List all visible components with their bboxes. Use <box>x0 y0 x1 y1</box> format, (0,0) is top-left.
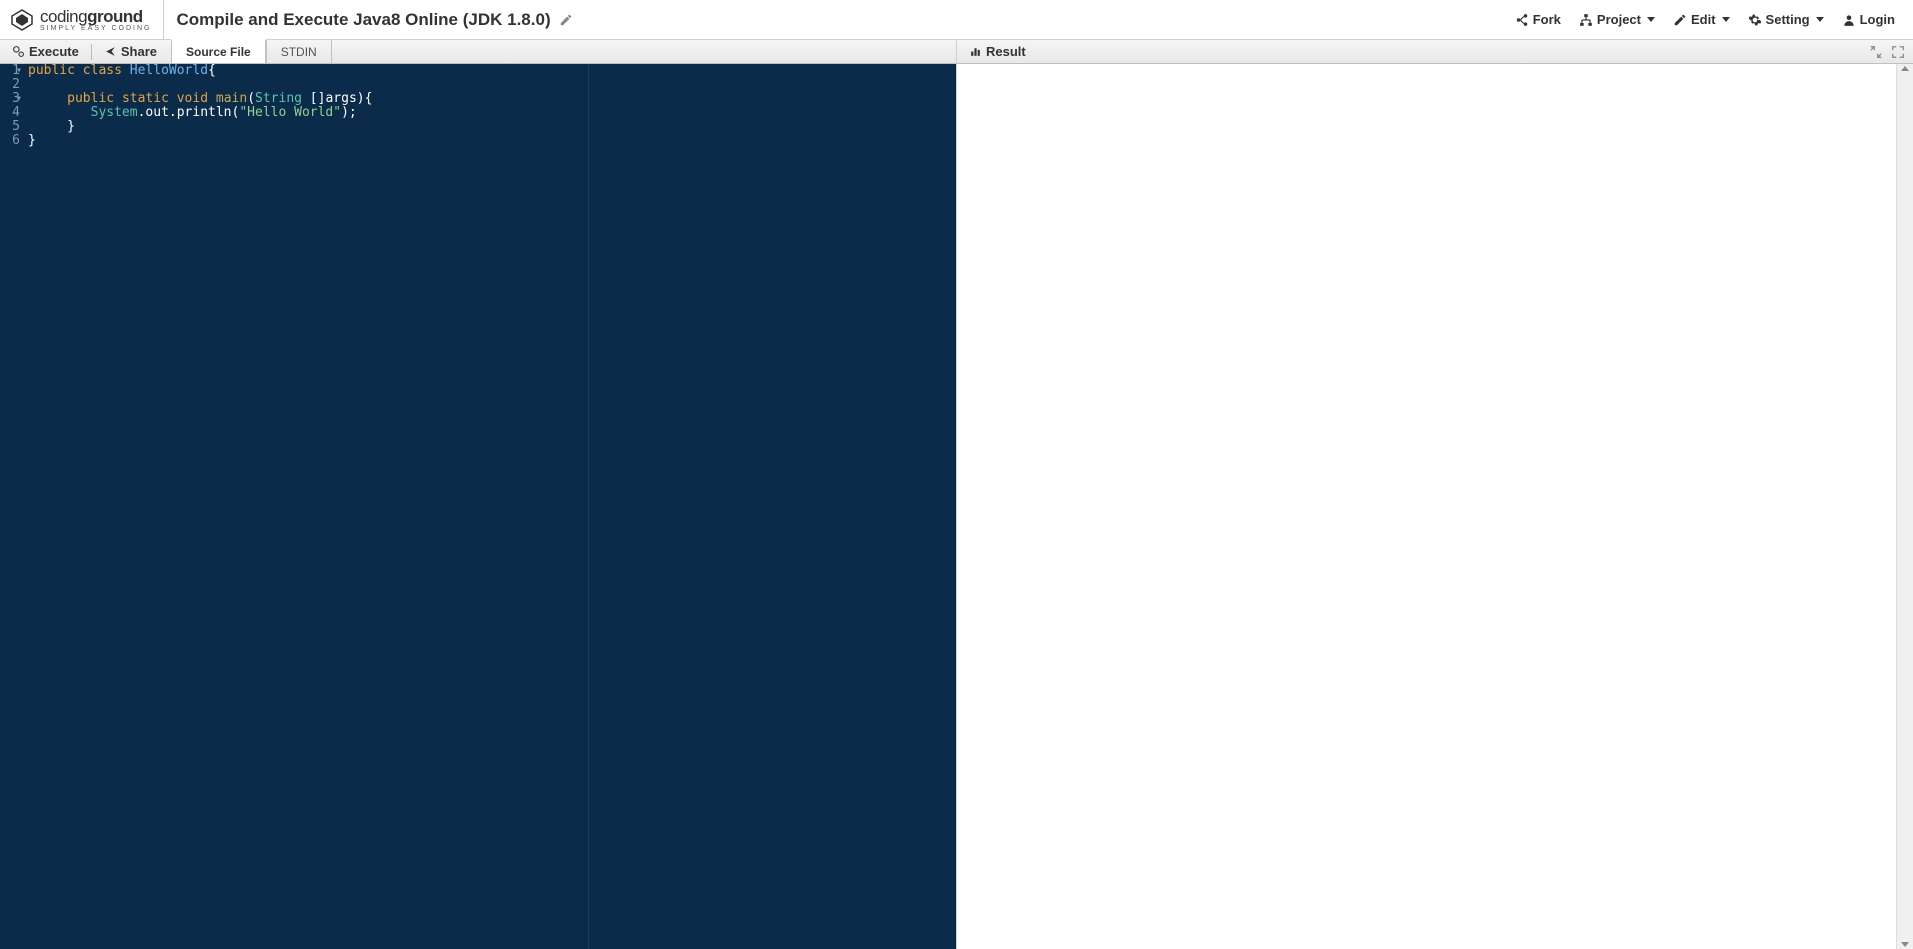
cogs-icon <box>12 45 25 58</box>
ruler <box>588 64 589 949</box>
collapse-icon <box>1869 45 1883 59</box>
line-number: 2 <box>4 78 20 92</box>
collapse-button[interactable] <box>1865 43 1887 61</box>
scroll-up-icon[interactable] <box>1901 66 1909 71</box>
code-line[interactable]: System.out.println("Hello World"); <box>28 106 956 120</box>
chevron-down-icon <box>1722 17 1730 22</box>
editor-toolbar: Execute Share Source File STDIN <box>0 40 956 64</box>
fold-icon[interactable]: ▾ <box>16 92 22 106</box>
logo-icon <box>10 8 34 32</box>
share-label: Share <box>121 44 157 59</box>
execute-button[interactable]: Execute <box>4 42 87 61</box>
editor-panel: Execute Share Source File STDIN 1▾23▾456… <box>0 40 957 949</box>
share-button[interactable]: Share <box>96 42 165 61</box>
execute-label: Execute <box>29 44 79 59</box>
user-icon <box>1842 13 1856 27</box>
login-button[interactable]: Login <box>1834 8 1903 31</box>
header: codingground SIMPLY EASY CODING Compile … <box>0 0 1913 40</box>
code-line[interactable]: public class HelloWorld{ <box>28 64 956 78</box>
tab-stdin[interactable]: STDIN <box>266 40 332 64</box>
edit-label: Edit <box>1691 12 1716 27</box>
line-number: 5 <box>4 120 20 134</box>
code-area[interactable]: public class HelloWorld{ public static v… <box>28 64 956 949</box>
share-icon <box>104 45 117 58</box>
tab-source-file[interactable]: Source File <box>171 39 266 63</box>
separator <box>91 44 92 60</box>
setting-label: Setting <box>1766 12 1810 27</box>
expand-button[interactable] <box>1887 43 1909 61</box>
sitemap-icon <box>1579 13 1593 27</box>
expand-icon <box>1891 45 1905 59</box>
project-button[interactable]: Project <box>1571 8 1663 31</box>
result-toolbar: Result <box>957 40 1913 64</box>
setting-button[interactable]: Setting <box>1740 8 1832 31</box>
gutter: 1▾23▾456 <box>0 64 28 949</box>
edit-title-icon[interactable] <box>559 13 573 27</box>
result-panel: Result <box>957 40 1913 949</box>
edit-icon <box>1673 13 1687 27</box>
project-label: Project <box>1597 12 1641 27</box>
result-label: Result <box>986 44 1026 59</box>
line-number: 1▾ <box>4 64 20 78</box>
logo-brand: codingground <box>40 8 151 25</box>
logo-text: codingground SIMPLY EASY CODING <box>40 8 151 32</box>
chevron-down-icon <box>1647 17 1655 22</box>
logo-tagline: SIMPLY EASY CODING <box>40 25 151 32</box>
edit-button[interactable]: Edit <box>1665 8 1738 31</box>
page-title: Compile and Execute Java8 Online (JDK 1.… <box>176 10 572 30</box>
fold-icon[interactable]: ▾ <box>16 64 22 78</box>
fork-icon <box>1515 13 1529 27</box>
line-number: 4 <box>4 106 20 120</box>
scrollbar[interactable] <box>1896 64 1913 949</box>
scroll-down-icon[interactable] <box>1901 942 1909 947</box>
tab-stdin-label: STDIN <box>281 45 317 59</box>
code-line[interactable]: public static void main(String []args){ <box>28 92 956 106</box>
page-title-text: Compile and Execute Java8 Online (JDK 1.… <box>176 10 550 30</box>
fork-label: Fork <box>1533 12 1561 27</box>
line-number: 6 <box>4 134 20 148</box>
result-body <box>957 64 1913 949</box>
chevron-down-icon <box>1816 17 1824 22</box>
bar-chart-icon <box>969 45 982 58</box>
code-line[interactable]: } <box>28 120 956 134</box>
result-label-wrap: Result <box>961 42 1034 61</box>
code-line[interactable]: } <box>28 134 956 148</box>
login-label: Login <box>1860 12 1895 27</box>
header-menu: Fork Project Edit Setting Login <box>1507 8 1903 31</box>
fork-button[interactable]: Fork <box>1507 8 1569 31</box>
main: Execute Share Source File STDIN 1▾23▾456… <box>0 40 1913 949</box>
logo[interactable]: codingground SIMPLY EASY CODING <box>10 0 164 39</box>
code-editor[interactable]: 1▾23▾456 public class HelloWorld{ public… <box>0 64 956 949</box>
tab-source-label: Source File <box>186 45 251 59</box>
line-number: 3▾ <box>4 92 20 106</box>
gear-icon <box>1748 13 1762 27</box>
code-line[interactable] <box>28 78 956 92</box>
